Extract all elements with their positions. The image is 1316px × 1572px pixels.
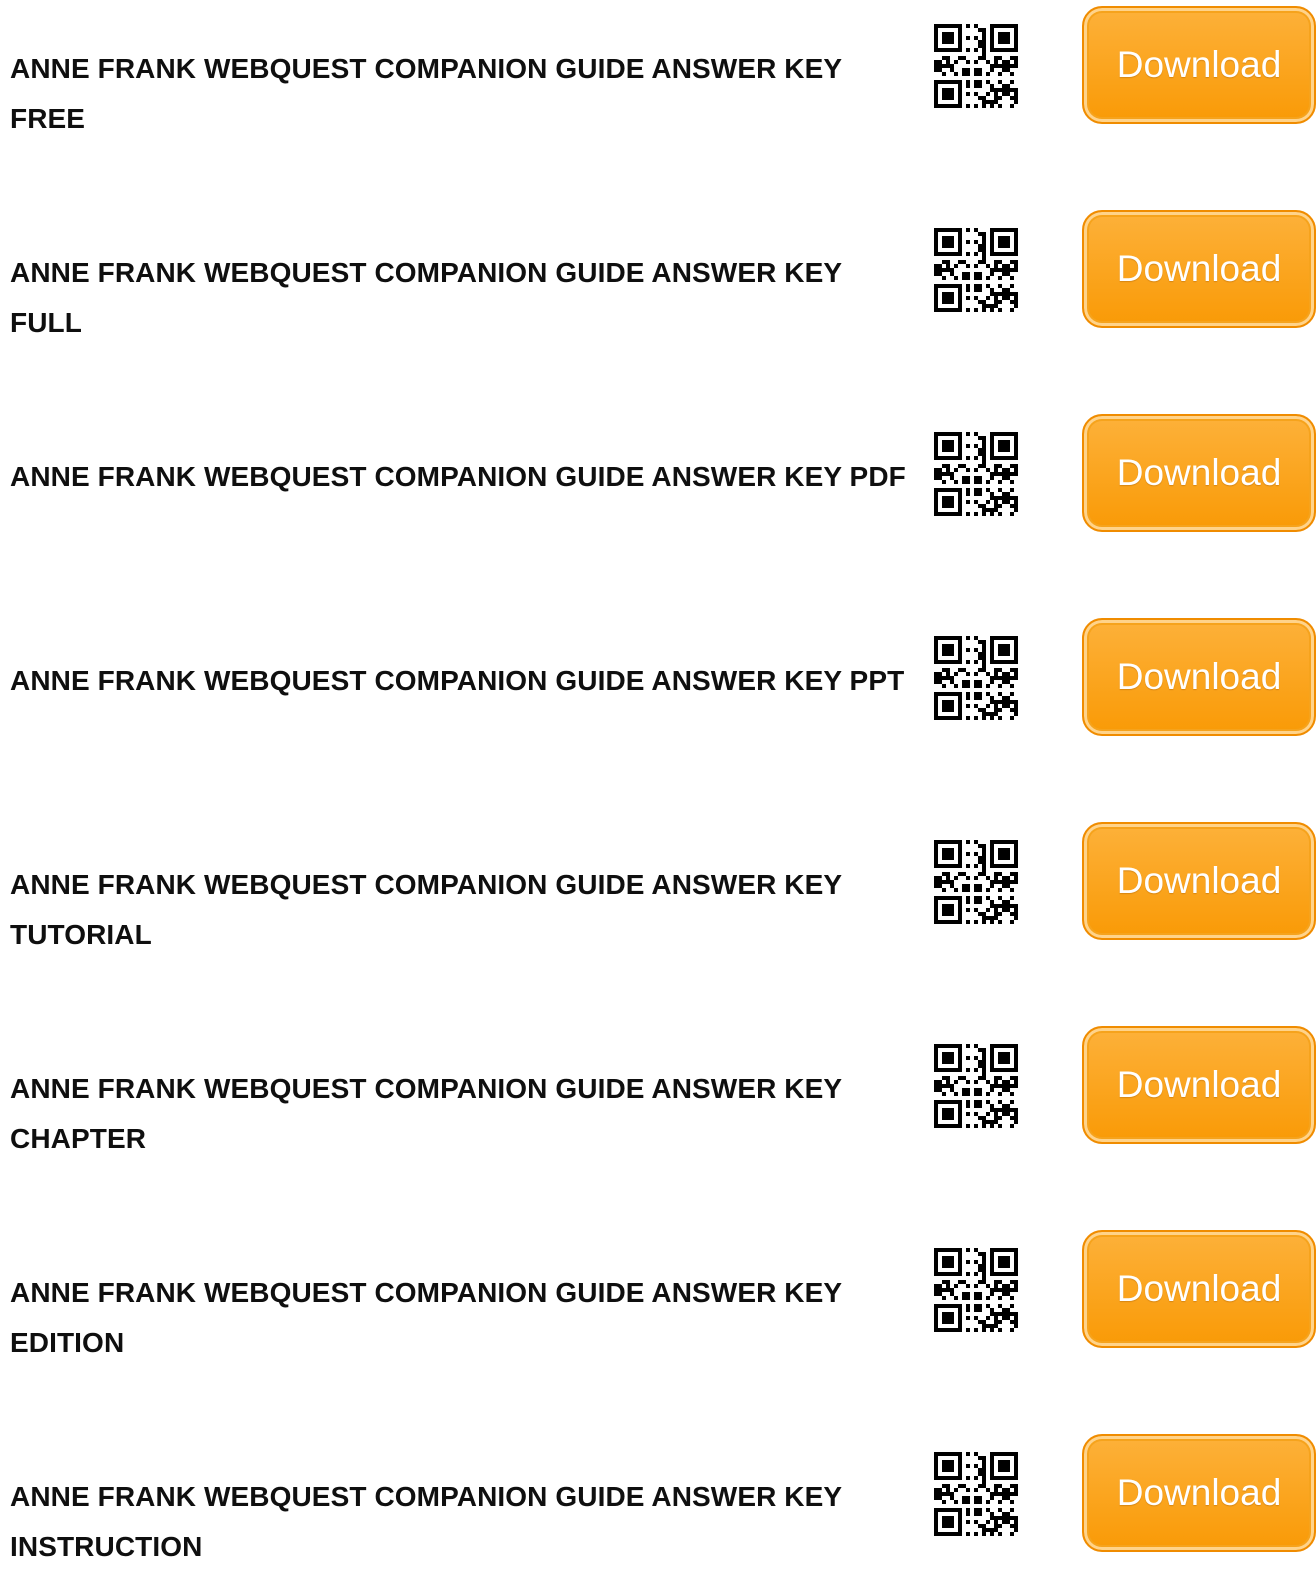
item-title: ANNE FRANK WEBQUEST COMPANION GUIDE ANSW… [10, 1073, 842, 1154]
qr-code-graphic [934, 432, 1018, 516]
qr-code-graphic [934, 840, 1018, 924]
qr-code-icon [934, 1248, 1028, 1342]
download-button[interactable]: Download [1082, 1026, 1316, 1144]
download-button[interactable]: Download [1082, 822, 1316, 940]
item-title: ANNE FRANK WEBQUEST COMPANION GUIDE ANSW… [10, 1481, 842, 1562]
item-title: ANNE FRANK WEBQUEST COMPANION GUIDE ANSW… [10, 257, 842, 338]
qr-code-icon [934, 1044, 1028, 1138]
list-item: ANNE FRANK WEBQUEST COMPANION GUIDE ANSW… [0, 6, 1316, 134]
qr-code-icon [934, 228, 1028, 322]
qr-code-graphic [934, 1044, 1018, 1128]
download-button[interactable]: Download [1082, 618, 1316, 736]
download-button-label: Download [1116, 656, 1282, 697]
qr-code-graphic [934, 24, 1018, 108]
qr-code-icon [934, 636, 1028, 730]
list-item: ANNE FRANK WEBQUEST COMPANION GUIDE ANSW… [0, 1434, 1316, 1562]
qr-code-icon [934, 840, 1028, 934]
qr-code-graphic [934, 636, 1018, 720]
item-title: ANNE FRANK WEBQUEST COMPANION GUIDE ANSW… [10, 1277, 842, 1358]
list-item: ANNE FRANK WEBQUEST COMPANION GUIDE ANSW… [0, 1026, 1316, 1154]
download-button-label: Download [1116, 1472, 1282, 1513]
download-button-label: Download [1116, 1064, 1282, 1105]
download-button[interactable]: Download [1082, 414, 1316, 532]
download-button[interactable]: Download [1082, 210, 1316, 328]
qr-code-icon [934, 24, 1028, 118]
list-item: ANNE FRANK WEBQUEST COMPANION GUIDE ANSW… [0, 210, 1316, 338]
item-title: ANNE FRANK WEBQUEST COMPANION GUIDE ANSW… [10, 665, 905, 696]
download-button[interactable]: Download [1082, 1434, 1316, 1552]
item-title: ANNE FRANK WEBQUEST COMPANION GUIDE ANSW… [10, 53, 842, 134]
download-button[interactable]: Download [1082, 1230, 1316, 1348]
qr-code-graphic [934, 1452, 1018, 1536]
download-button-label: Download [1116, 860, 1282, 901]
download-button-label: Download [1116, 1268, 1282, 1309]
item-title: ANNE FRANK WEBQUEST COMPANION GUIDE ANSW… [10, 869, 842, 950]
list-item: ANNE FRANK WEBQUEST COMPANION GUIDE ANSW… [0, 822, 1316, 950]
list-item: ANNE FRANK WEBQUEST COMPANION GUIDE ANSW… [0, 1230, 1316, 1358]
download-button-label: Download [1116, 452, 1282, 493]
download-list: ANNE FRANK WEBQUEST COMPANION GUIDE ANSW… [0, 0, 1316, 1562]
qr-code-icon [934, 1452, 1028, 1546]
list-item: ANNE FRANK WEBQUEST COMPANION GUIDE ANSW… [0, 618, 1316, 736]
item-title: ANNE FRANK WEBQUEST COMPANION GUIDE ANSW… [10, 461, 906, 492]
qr-code-icon [934, 432, 1028, 526]
download-button-label: Download [1116, 248, 1282, 289]
download-button[interactable]: Download [1082, 6, 1316, 124]
list-item: ANNE FRANK WEBQUEST COMPANION GUIDE ANSW… [0, 414, 1316, 532]
qr-code-graphic [934, 1248, 1018, 1332]
download-button-label: Download [1116, 44, 1282, 85]
qr-code-graphic [934, 228, 1018, 312]
